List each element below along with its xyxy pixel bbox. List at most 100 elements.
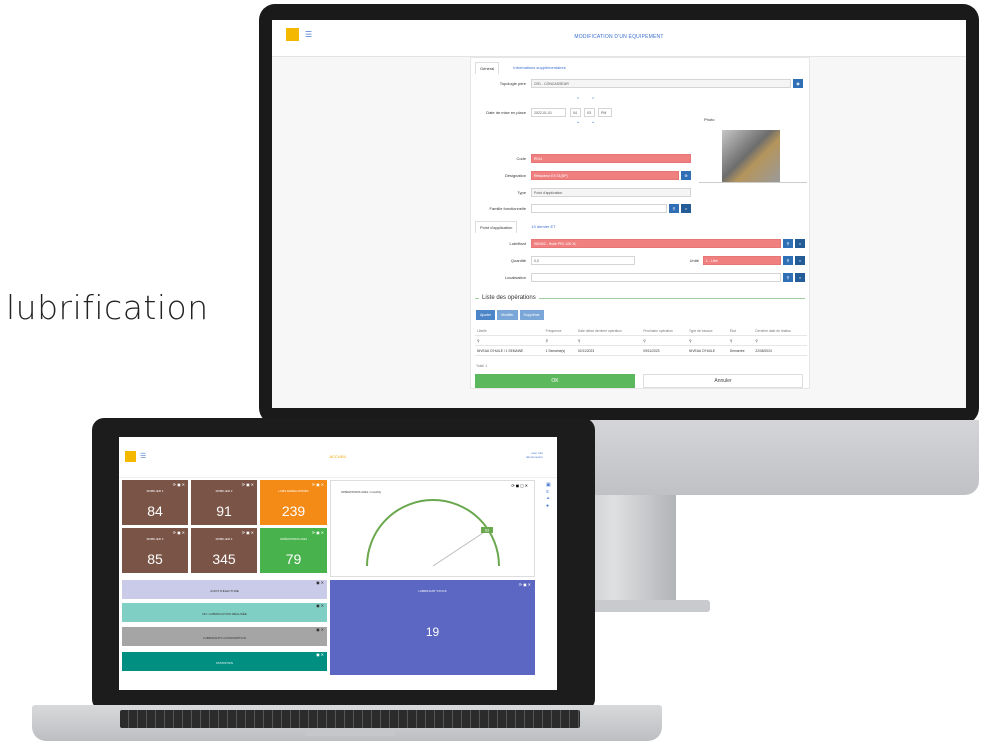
row-topologie: Topologie père CR1 - CONCASSEUR ◉ xyxy=(471,79,809,89)
widget-bar-label: LUBRIFIANTS CONSOMPTION xyxy=(202,636,246,640)
tile-controls-icon[interactable]: ⟳ ◼ ✕ xyxy=(242,530,254,535)
tile-controls-icon[interactable]: ⟳ ◼ ✕ xyxy=(312,482,324,487)
topologie-field[interactable]: CR1 - CONCASSEUR xyxy=(531,79,791,88)
list-icon[interactable]: ≡ xyxy=(546,489,551,496)
tile-label: MOBILIER 3 xyxy=(146,537,164,541)
tab-point-application[interactable]: Point d'application xyxy=(475,221,518,233)
tile-controls-icon[interactable]: ⟳ ◼ ✕ xyxy=(242,482,254,487)
filter-search-icon[interactable]: ⚲ xyxy=(475,335,544,346)
delete-button[interactable]: Supprimer xyxy=(519,310,544,320)
kpi-tile-1[interactable]: ⟳ ◼ ✕ MOBILIER 1 84 xyxy=(122,480,188,525)
quantite-field[interactable]: 0,0 xyxy=(531,256,635,265)
type-field[interactable]: Point d'application xyxy=(531,188,691,197)
tile-controls-icon[interactable]: ⟳ ◼ ✕ xyxy=(173,482,185,487)
tab-informations[interactable]: Informations supplémentaires xyxy=(509,62,569,74)
calendar-icon[interactable]: ▣ xyxy=(546,482,551,489)
famille-field[interactable] xyxy=(531,204,667,213)
unite-field[interactable]: L - Litre xyxy=(703,256,781,265)
add-button[interactable]: Ajouter xyxy=(476,310,496,320)
cell-derniere-date: 22/08/2024 xyxy=(753,345,807,356)
column-header[interactable]: État xyxy=(727,326,754,336)
kpi-tile-4[interactable]: ⟳ ◼ ✕ MOBILIER 3 85 xyxy=(122,528,188,573)
table-header-row: Libellé Fréquence Date début dernière op… xyxy=(475,326,807,336)
kpi-tile-2[interactable]: ⟳ ◼ ✕ MOBILIER 2 91 xyxy=(191,480,257,525)
user-menu[interactable]: user role déconnexion xyxy=(526,451,543,459)
hour-down-icon[interactable]: ⌄ xyxy=(576,119,580,125)
logout-link[interactable]: déconnexion xyxy=(526,455,543,459)
tile-controls-icon[interactable]: ⟳ ◼ ✕ xyxy=(173,530,185,535)
filter-search-icon[interactable]: ⚲ xyxy=(687,335,728,346)
tile-label: MOBILIER 4 xyxy=(215,537,233,541)
lubrifiant-field[interactable]: 960402 - Huile PRL 100 XL xyxy=(531,239,781,248)
widget-controls-icon[interactable]: ◼ ✕ xyxy=(316,619,324,641)
lubrifiant-clear-icon[interactable]: × xyxy=(795,239,805,248)
widget-bar-3[interactable]: ◼ ✕ LUBRIFIANTS CONSOMPTION xyxy=(122,627,327,646)
widget-bar-1[interactable]: ◼ ✕ AUDIT D'ÉLECTURE xyxy=(122,580,327,599)
tile-controls-icon[interactable]: ⟳ ◼ ✕ xyxy=(312,530,324,535)
gauge-card[interactable]: OPÉRATIONS 2024 / monthly ⟳ ◼ ◻ ✕ 63 xyxy=(330,480,535,577)
hour-up-icon[interactable]: ⌃ xyxy=(576,97,580,103)
gauge-needle xyxy=(432,530,487,567)
widget-controls-icon[interactable]: ◼ ✕ xyxy=(316,572,324,594)
widget-bar-label: NIV. LUBRIFICATION RÉALISÉE xyxy=(202,612,247,616)
unite-clear-icon[interactable]: × xyxy=(795,256,805,265)
eye-icon[interactable]: ◉ xyxy=(793,79,803,88)
code-field[interactable]: R014 xyxy=(531,154,691,163)
hero-label: lubrification xyxy=(6,288,209,327)
column-header[interactable]: Dernière date de réalisa xyxy=(753,326,807,336)
minute-down-icon[interactable]: ⌄ xyxy=(591,119,595,125)
topologie-label: Topologie père xyxy=(499,81,526,86)
minute-up-icon[interactable]: ⌃ xyxy=(591,97,595,103)
gauge-chart: 63 xyxy=(366,499,500,567)
cancel-button[interactable]: Annuler xyxy=(643,374,803,388)
ops-toolbar: Ajouter Modifier Supprimer xyxy=(476,310,544,320)
column-header[interactable]: Date début dernière opération xyxy=(575,326,642,336)
dashboard-header: ☰ ACCUEIL user role déconnexion xyxy=(119,437,557,478)
localisation-clear-icon[interactable]: × xyxy=(795,273,805,282)
filter-search-icon[interactable]: ⚲ xyxy=(727,335,754,346)
widget-bar-2[interactable]: ◼ ✕ NIV. LUBRIFICATION RÉALISÉE xyxy=(122,603,327,622)
kpi-tile-3[interactable]: ⟳ ◼ ✕ LUBS ENREGISTRÉS 239 xyxy=(260,480,327,525)
ok-button[interactable]: OK xyxy=(475,374,635,388)
tab-general[interactable]: Général xyxy=(475,62,500,74)
column-header[interactable]: Prochaine opération xyxy=(641,326,688,336)
search-icon[interactable]: ⚲ xyxy=(669,204,679,213)
minute-field[interactable]: 03 xyxy=(584,108,595,117)
column-header[interactable]: Type de travaux xyxy=(687,326,728,336)
cell-libelle: NIVEAU D'HUILE / 1 SEMAINE xyxy=(475,345,544,356)
translate-icon[interactable]: ⊕ xyxy=(681,171,691,180)
localisation-field[interactable] xyxy=(531,273,781,282)
widget-bar-4[interactable]: ◼ ✕ STATISTICS xyxy=(122,652,327,671)
filter-search-icon[interactable]: ⚲ xyxy=(753,335,807,346)
tile-label: MOBILIER 1 xyxy=(146,489,164,493)
table-row[interactable]: NIVEAU D'HUILE / 1 SEMAINE 1 Semaine(s) … xyxy=(475,345,807,356)
filter-search-icon[interactable]: ⚲ xyxy=(543,335,576,346)
column-header[interactable]: Libellé xyxy=(475,326,544,336)
date-field[interactable]: 2022-01-01 xyxy=(531,108,566,117)
designation-field[interactable]: Réducteur EX 01(SP) xyxy=(531,171,679,180)
widget-controls-icon[interactable]: ◼ ✕ xyxy=(316,595,324,617)
column-header[interactable]: Fréquence xyxy=(543,326,576,336)
unite-search-icon[interactable]: ⚲ xyxy=(783,256,793,265)
link-icon[interactable]: ⚭ xyxy=(546,496,551,503)
filter-search-icon[interactable]: ⚲ xyxy=(641,335,688,346)
widget-controls-icon[interactable]: ◼ ✕ xyxy=(316,644,324,666)
users-icon[interactable]: ● xyxy=(546,503,551,510)
hour-field[interactable]: 04 xyxy=(570,108,581,117)
row-designation: Désignation Réducteur EX 01(SP) ⊕ xyxy=(471,171,691,181)
stock-card[interactable]: ⟳ ◼ ✕ LUBRIFIANT STOCK 19 xyxy=(330,580,535,675)
clear-icon[interactable]: × xyxy=(681,204,691,213)
filter-search-icon[interactable]: ⚲ xyxy=(575,335,642,346)
ampm-toggle[interactable]: PM xyxy=(598,108,612,117)
designation-label: Désignation xyxy=(504,173,526,178)
tile-value: 239 xyxy=(281,503,306,519)
stock-controls-icon[interactable]: ⟳ ◼ ✕ xyxy=(519,582,531,587)
edit-button[interactable]: Modifier xyxy=(497,310,518,320)
lubrifiant-search-icon[interactable]: ⚲ xyxy=(783,239,793,248)
tab-derniers-et[interactable]: 10 dernier ET xyxy=(527,221,559,233)
kpi-tile-6[interactable]: ⟳ ◼ ✕ OPÉRATIONS 2024 79 xyxy=(260,528,327,573)
cell-prochaine: 09/11/2023 xyxy=(641,345,688,356)
kpi-tile-5[interactable]: ⟳ ◼ ✕ MOBILIER 4 345 xyxy=(191,528,257,573)
cell-frequence: 1 Semaine(s) xyxy=(543,345,576,356)
localisation-search-icon[interactable]: ⚲ xyxy=(783,273,793,282)
